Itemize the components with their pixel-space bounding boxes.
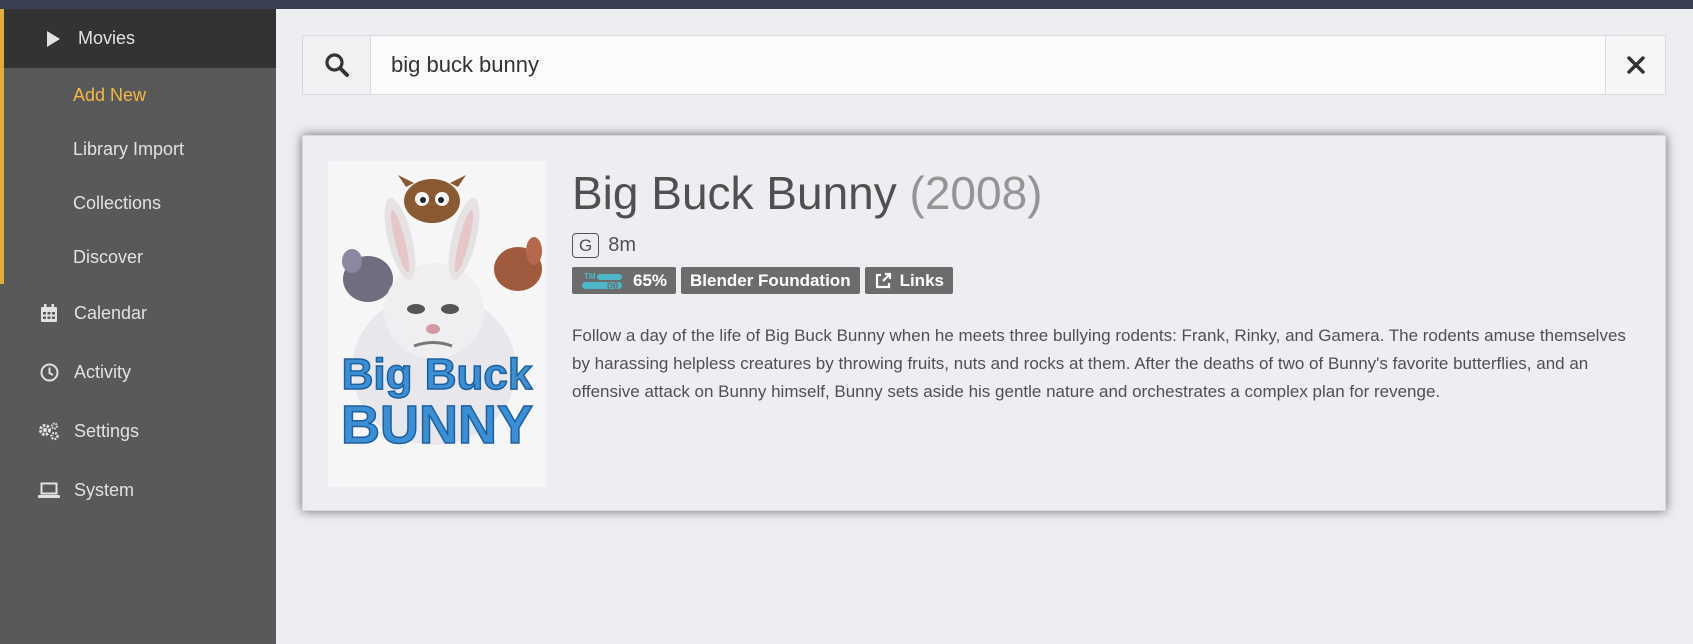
sidebar-item-activity[interactable]: Activity	[0, 343, 276, 402]
sidebar-item-label: Movies	[78, 28, 136, 48]
sidebar-subitem-add-new[interactable]: Add New	[4, 68, 276, 122]
movie-poster: Big Buck BUNNY	[328, 161, 546, 487]
sidebar-item-label: Calendar	[74, 303, 148, 323]
tmdb-rating: 65%	[633, 270, 668, 290]
clock-icon	[38, 362, 60, 384]
certification-badge: G	[572, 233, 600, 258]
clear-search-button[interactable]	[1605, 36, 1665, 94]
studio-badge: Blender Foundation	[681, 267, 860, 294]
movie-overview: Follow a day of the life of Big Buck Bun…	[572, 326, 1626, 401]
tmdb-logo-top: TM	[584, 272, 596, 281]
tmdb-logo-icon: TM DB	[581, 271, 625, 291]
laptop-icon	[38, 480, 60, 502]
external-link-icon	[874, 272, 892, 290]
movies-nav-group: Movies Add New Library Import Collection…	[0, 9, 276, 284]
calendar-icon	[38, 303, 60, 325]
sidebar-item-label: Activity	[74, 362, 132, 382]
sidebar-subitem-collections[interactable]: Collections	[4, 176, 276, 230]
movie-meta: G 8m	[572, 233, 636, 258]
movie-title: Big Buck Bunny (2008)	[572, 166, 1043, 220]
sidebar-item-movies[interactable]: Movies	[4, 9, 276, 68]
search-icon	[324, 53, 349, 77]
movie-year: (2008)	[909, 167, 1043, 219]
links-label: Links	[899, 270, 944, 290]
top-bar	[0, 0, 1693, 9]
close-icon	[1626, 56, 1645, 74]
gears-icon	[38, 421, 60, 443]
runtime: 8m	[608, 234, 637, 256]
sidebar-item-settings[interactable]: Settings	[0, 402, 276, 461]
movie-labels: TM DB 65% Blender Foundation Links	[572, 267, 958, 294]
search-input[interactable]	[371, 36, 1605, 94]
play-icon	[42, 28, 64, 50]
sidebar-subitem-discover[interactable]: Discover	[4, 230, 276, 284]
poster-title-line1: Big Buck	[342, 350, 533, 399]
sidebar-item-calendar[interactable]: Calendar	[0, 284, 276, 343]
tmdb-logo-bottom: DB	[607, 281, 619, 290]
sidebar-subitem-library-import[interactable]: Library Import	[4, 122, 276, 176]
tmdb-rating-badge: TM DB 65%	[572, 267, 677, 294]
main-content: Big Buck BUNNY Big Buck Bunny (2008) G 8…	[276, 9, 1693, 644]
search-result-card[interactable]: Big Buck BUNNY Big Buck Bunny (2008) G 8…	[302, 135, 1666, 511]
sidebar: Movies Add New Library Import Collection…	[0, 9, 276, 644]
links-button[interactable]: Links	[864, 267, 953, 294]
sidebar-item-label: System	[74, 480, 135, 500]
search-button[interactable]	[303, 36, 371, 94]
movie-title-text: Big Buck Bunny	[572, 167, 897, 219]
sidebar-item-system[interactable]: System	[0, 461, 276, 520]
poster-title-line2: BUNNY	[341, 395, 533, 455]
sidebar-item-label: Settings	[74, 421, 140, 441]
search-bar	[302, 35, 1666, 95]
